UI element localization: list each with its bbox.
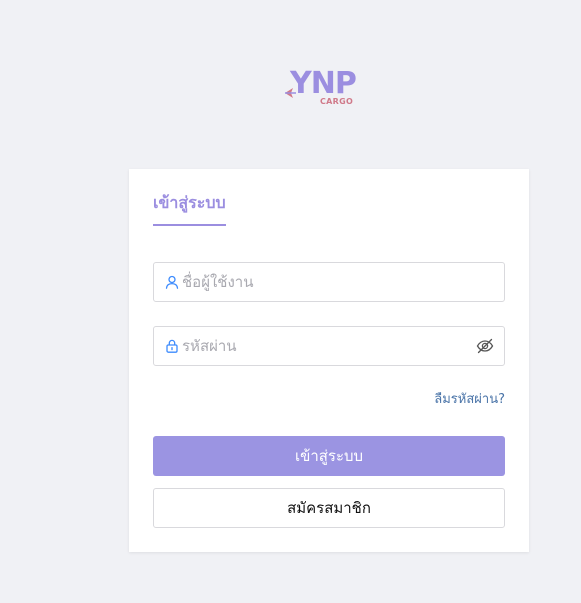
logo-subtext: CARGO [320,97,354,106]
register-button[interactable]: สมัครสมาชิก [153,488,505,528]
password-input[interactable] [182,327,472,365]
username-input[interactable] [182,263,472,301]
username-field[interactable] [153,262,505,302]
login-card: เข้าสู่ระบบ ลืมรหัสผ่าน? เข้าสู่ระบบ [129,169,529,552]
login-page: YNP CARGO เข้าสู่ระบบ ลืมรหัส [0,0,581,603]
forgot-password-link[interactable]: ลืมรหัสผ่าน? [434,391,505,409]
password-field[interactable] [153,326,505,366]
eye-off-icon[interactable] [476,338,494,354]
ynp-cargo-logo: YNP CARGO [284,66,360,110]
tab-login[interactable]: เข้าสู่ระบบ [153,189,226,226]
lock-icon [166,339,178,353]
login-button[interactable]: เข้าสู่ระบบ [153,436,505,476]
user-icon [165,275,179,289]
